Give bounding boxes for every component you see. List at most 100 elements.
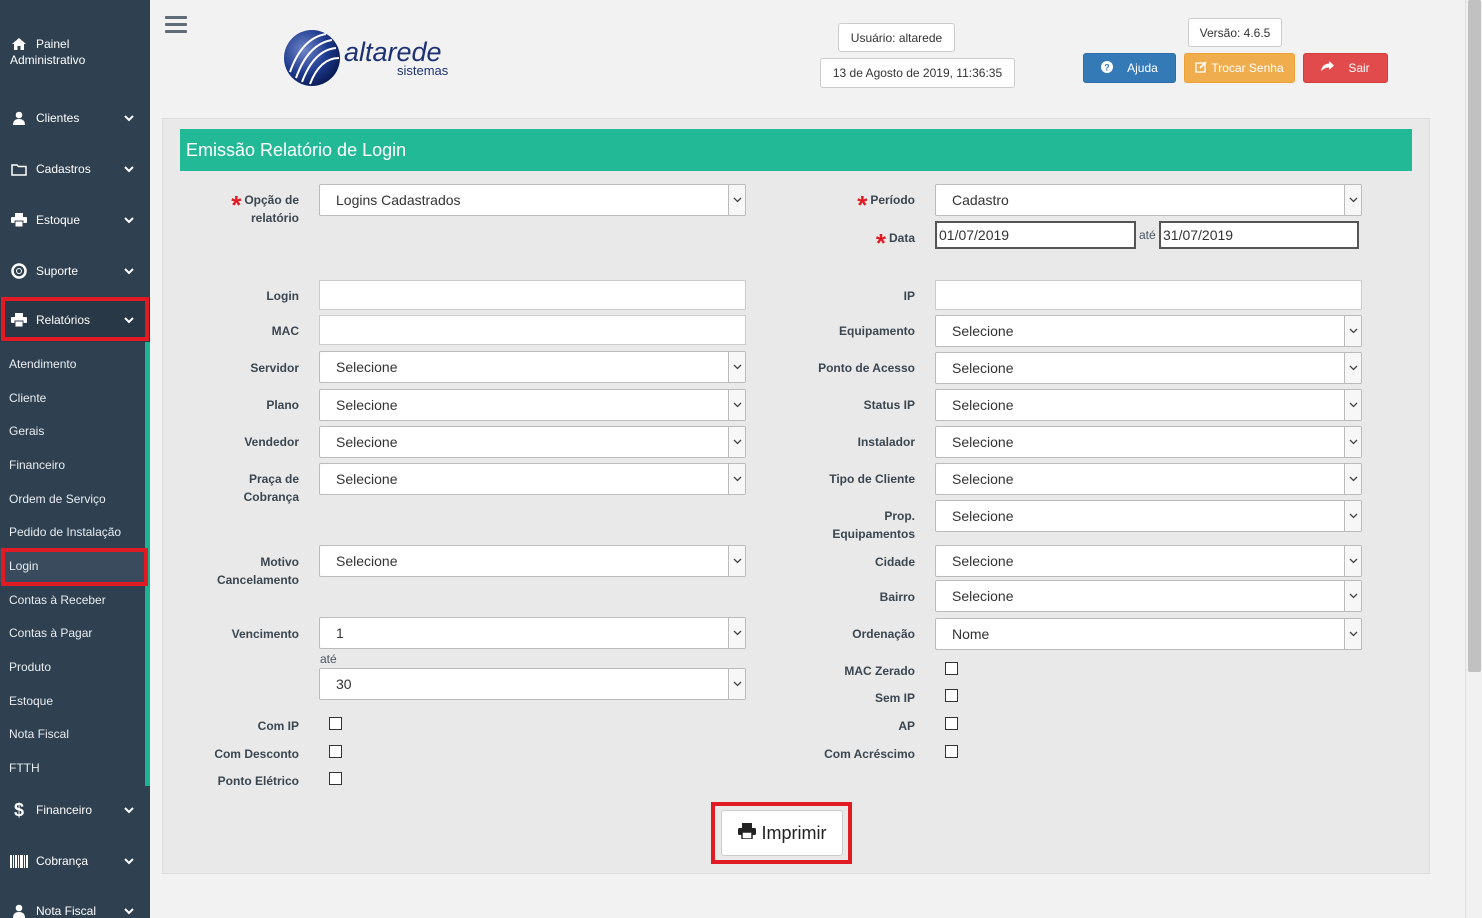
help-button[interactable]: ? Ajuda xyxy=(1083,53,1176,83)
vendedor-select[interactable]: Selecione xyxy=(319,426,746,458)
ate-label: até xyxy=(1139,228,1156,242)
barcode-icon xyxy=(10,853,28,869)
com-desconto-checkbox[interactable] xyxy=(329,745,342,758)
dollar-icon: $ xyxy=(13,799,24,820)
logout-label: Sair xyxy=(1348,61,1370,75)
sidebar-label-cobranca: Cobrança xyxy=(36,854,89,868)
vencimento-to-select[interactable]: 30 xyxy=(319,668,746,700)
print-icon xyxy=(10,312,28,328)
periodo-label: * Período xyxy=(857,189,915,220)
com-ip-checkbox[interactable] xyxy=(329,717,342,730)
tipo-cliente-select[interactable]: Selecione xyxy=(935,463,1362,495)
chevron-down-icon xyxy=(728,464,745,494)
data-label: * Data xyxy=(875,227,915,258)
chevron-down-icon xyxy=(728,618,745,648)
com-acrescimo-checkbox[interactable] xyxy=(945,745,958,758)
submenu-item-gerais[interactable]: Gerais xyxy=(0,414,145,447)
required-asterisk: * xyxy=(231,189,242,220)
mac-zerado-checkbox[interactable] xyxy=(945,662,958,675)
submenu-item-estoque[interactable]: Estoque xyxy=(0,684,145,717)
submenu-item-nota-fiscal[interactable]: Nota Fiscal xyxy=(0,717,145,750)
ponto-acesso-select[interactable]: Selecione xyxy=(935,352,1362,384)
help-button-label: Ajuda xyxy=(1127,61,1158,75)
equipamento-select[interactable]: Selecione xyxy=(935,315,1362,347)
ponto-eletrico-label: Ponto Elétrico xyxy=(217,774,299,788)
sidebar-item-cobranca[interactable]: Cobrança xyxy=(0,839,150,883)
sidebar-item-relatorios[interactable]: Relatórios xyxy=(0,298,150,342)
submenu-item-financeiro[interactable]: Financeiro xyxy=(0,448,145,481)
change-password-button[interactable]: Trocar Senha xyxy=(1184,53,1295,83)
bairro-select[interactable]: Selecione xyxy=(935,580,1362,612)
instalador-label: Instalador xyxy=(857,435,915,449)
logo: altarede sistemas xyxy=(282,28,482,88)
com-desconto-label: Com Desconto xyxy=(214,747,299,761)
page-scrollbar[interactable] xyxy=(1465,0,1482,918)
sidebar-item-cadastros[interactable]: Cadastros xyxy=(0,147,150,191)
ip-input[interactable] xyxy=(935,280,1362,310)
submenu-item-contas-receber[interactable]: Contas à Receber xyxy=(0,583,145,616)
sidebar-item-estoque[interactable]: Estoque xyxy=(0,198,150,242)
ponto-eletrico-checkbox[interactable] xyxy=(329,772,342,785)
plano-select[interactable]: Selecione xyxy=(319,389,746,421)
ponto-acesso-label: Ponto de Acesso xyxy=(818,361,915,375)
instalador-select[interactable]: Selecione xyxy=(935,426,1362,458)
submenu-item-produto[interactable]: Produto xyxy=(0,650,145,683)
periodo-select[interactable]: Cadastro xyxy=(935,184,1362,216)
cidade-select[interactable]: Selecione xyxy=(935,545,1362,577)
mac-label: MAC xyxy=(271,324,299,338)
opcao-relatorio-select[interactable]: Logins Cadastrados xyxy=(319,184,746,216)
login-label: Login xyxy=(266,289,299,303)
submenu-item-pedido-instalacao[interactable]: Pedido de Instalação xyxy=(0,515,145,548)
data-from-input[interactable]: 01/07/2019 xyxy=(935,221,1136,249)
submenu-item-contas-pagar[interactable]: Contas à Pagar xyxy=(0,616,145,649)
praca-cobranca-label: Praça de Cobrança xyxy=(243,472,299,504)
sem-ip-checkbox[interactable] xyxy=(945,689,958,702)
change-password-label: Trocar Senha xyxy=(1211,61,1284,75)
com-acrescimo-label: Com Acréscimo xyxy=(824,747,915,761)
sidebar-label-nota-fiscal: Nota Fiscal xyxy=(36,904,97,918)
print-button[interactable]: Imprimir xyxy=(721,810,843,856)
sidebar-item-suporte[interactable]: Suporte xyxy=(0,249,150,293)
prop-equipamentos-label: Prop. Equipamentos xyxy=(832,509,915,541)
scrollbar-thumb[interactable] xyxy=(1468,0,1481,672)
status-ip-select[interactable]: Selecione xyxy=(935,389,1362,421)
submenu-item-login[interactable]: Login xyxy=(0,549,145,582)
sidebar-item-clientes[interactable]: Clientes xyxy=(0,96,150,140)
ordenacao-label: Ordenação xyxy=(852,627,915,641)
user-label: Usuário: altarede xyxy=(838,23,955,52)
mac-zerado-label: MAC Zerado xyxy=(844,664,915,678)
login-input[interactable] xyxy=(319,280,746,310)
sidebar: Painel Administrativo Clientes Cadastros… xyxy=(0,0,150,918)
praca-cobranca-select[interactable]: Selecione xyxy=(319,463,746,495)
servidor-select[interactable]: Selecione xyxy=(319,351,746,383)
sidebar-item-nota-fiscal[interactable]: Nota Fiscal xyxy=(0,889,150,918)
vencimento-ate-label: até xyxy=(320,652,337,666)
lifebuoy-icon xyxy=(10,263,28,279)
submenu-item-cliente[interactable]: Cliente xyxy=(0,381,145,414)
mac-input[interactable] xyxy=(319,315,746,345)
logo-subtext: sistemas xyxy=(397,63,449,78)
logout-button[interactable]: Sair xyxy=(1303,53,1388,83)
motivo-cancelamento-select[interactable]: Selecione xyxy=(319,545,746,577)
chevron-down-icon xyxy=(1344,316,1361,346)
submenu-item-ftth[interactable]: FTTH xyxy=(0,751,145,784)
submenu-item-atendimento[interactable]: Atendimento xyxy=(0,347,145,380)
data-to-input[interactable]: 31/07/2019 xyxy=(1159,221,1359,249)
opcao-label: * Opção de relatório xyxy=(231,189,299,225)
status-ip-label: Status IP xyxy=(863,398,915,412)
sidebar-item-financeiro[interactable]: $ Financeiro xyxy=(0,788,150,832)
chevron-down-icon xyxy=(728,352,745,382)
sidebar-label-relatorios: Relatórios xyxy=(36,313,91,327)
submenu-item-ordem-servico[interactable]: Ordem de Serviço xyxy=(0,482,145,515)
question-icon: ? xyxy=(1101,60,1114,76)
sidebar-label-suporte: Suporte xyxy=(36,264,79,278)
prop-equipamentos-select[interactable]: Selecione xyxy=(935,500,1362,532)
ordenacao-select[interactable]: Nome xyxy=(935,618,1362,650)
sidebar-item-painel[interactable]: Painel Administrativo xyxy=(0,36,150,76)
ap-checkbox[interactable] xyxy=(945,717,958,730)
vencimento-from-select[interactable]: 1 xyxy=(319,617,746,649)
menu-toggle-icon[interactable] xyxy=(165,16,187,34)
sidebar-label-cadastros: Cadastros xyxy=(36,162,91,176)
chevron-down-icon xyxy=(728,669,745,699)
servidor-label: Servidor xyxy=(250,361,299,375)
